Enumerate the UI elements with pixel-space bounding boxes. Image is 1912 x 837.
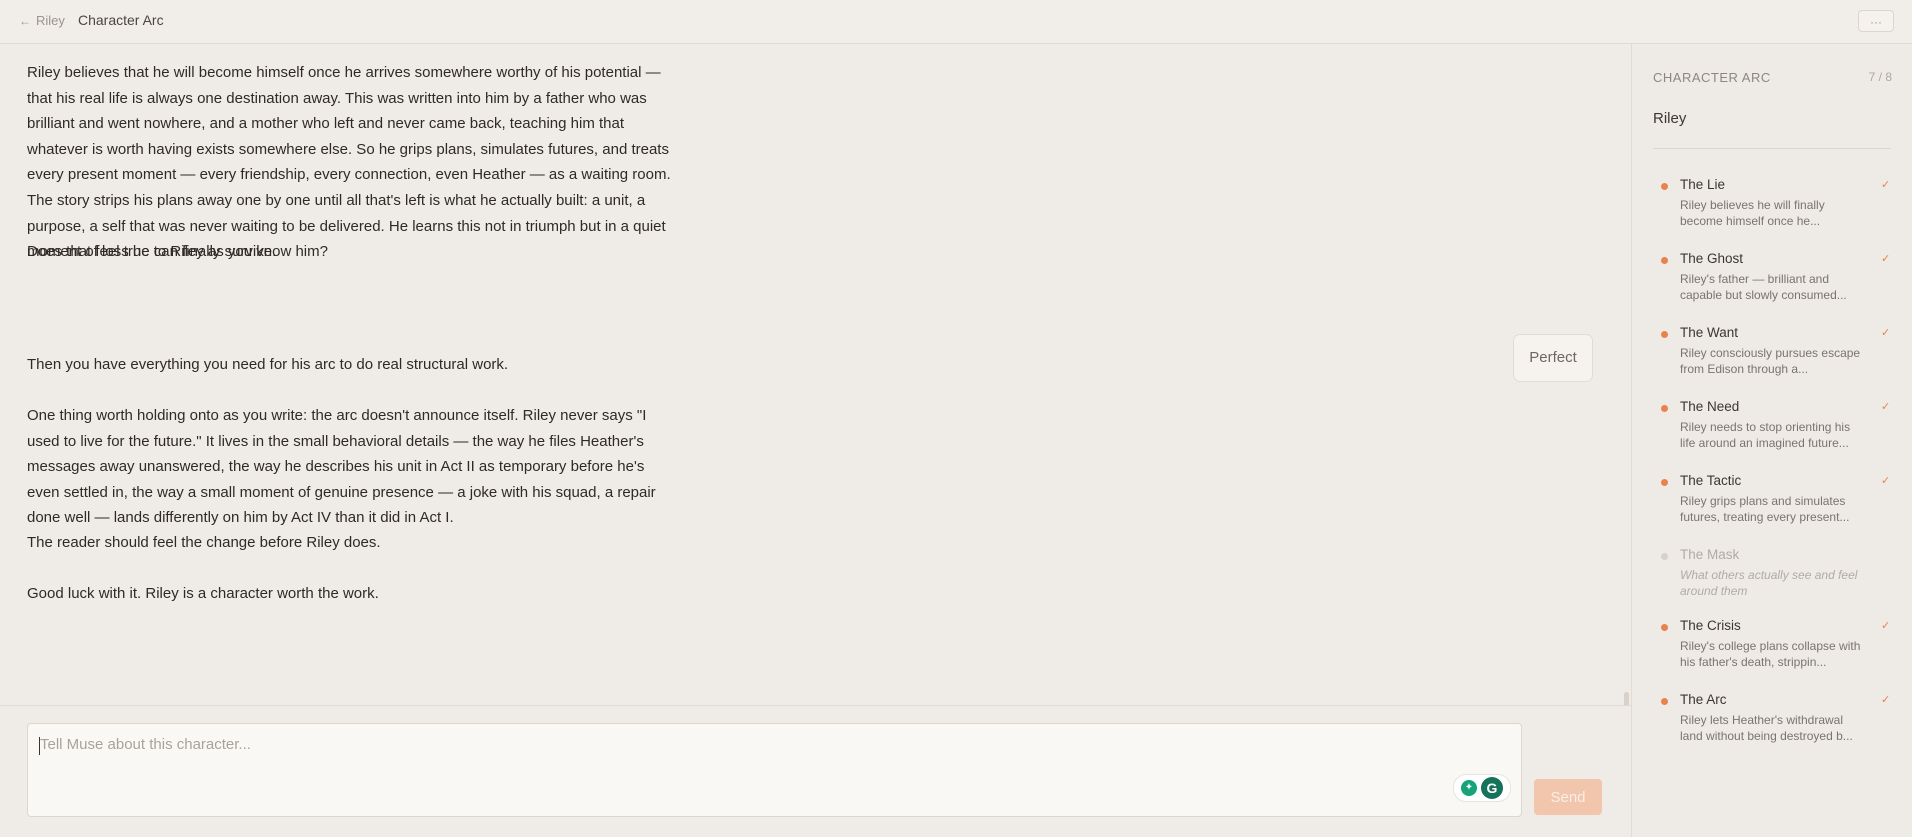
assistant-message-advice: One thing worth holding onto as you writ… <box>27 407 656 527</box>
character-arc-sidebar: CHARACTER ARC 7 / 8 Riley The Lie ✓ Rile… <box>1632 44 1912 837</box>
more-horizontal-icon: ··· <box>1870 15 1882 29</box>
character-name: Riley <box>1653 110 1687 127</box>
sidebar-title: CHARACTER ARC <box>1653 70 1771 85</box>
user-message-text: Perfect <box>1529 349 1577 366</box>
user-message-bubble: Perfect <box>1513 334 1593 382</box>
message-input[interactable]: Tell Muse about this character... ✦ G <box>27 723 1522 817</box>
more-options-button[interactable]: ··· <box>1858 10 1894 32</box>
arc-step-the-tactic[interactable]: The Tactic ✓ Riley grips plans and simul… <box>1653 473 1893 543</box>
status-dot <box>1661 405 1668 412</box>
assistant-question: Does that feel true to Riley as you know… <box>27 243 328 260</box>
grammarly-icon[interactable]: G <box>1481 777 1503 799</box>
arc-progress-count: 7 / 8 <box>1868 70 1892 84</box>
arc-step-the-lie[interactable]: The Lie ✓ Riley believes he will finally… <box>1653 177 1893 247</box>
arc-step-title: The Tactic <box>1680 473 1742 488</box>
arc-step-summary: Riley grips plans and simulates futures,… <box>1680 494 1850 524</box>
arc-step-summary: Riley's father — brilliant and capable b… <box>1680 272 1847 302</box>
assistant-message-response: Then you have everything you need for hi… <box>27 356 509 373</box>
arc-step-summary: What others actually see and feel around… <box>1680 568 1858 598</box>
arc-step-summary: Riley believes he will finally become hi… <box>1680 198 1825 228</box>
status-dot <box>1661 331 1668 338</box>
arc-step-the-need[interactable]: The Need ✓ Riley needs to stop orienting… <box>1653 399 1893 469</box>
arc-step-summary: Riley needs to stop orienting his life a… <box>1680 420 1851 450</box>
writing-assistant-widget[interactable]: ✦ G <box>1453 774 1511 802</box>
arc-step-summary: Riley's college plans collapse with his … <box>1680 639 1861 669</box>
top-bar: ← Riley Character Arc ··· <box>0 0 1912 44</box>
arc-step-the-arc[interactable]: The Arc ✓ Riley lets Heather's withdrawa… <box>1653 692 1893 762</box>
status-dot <box>1661 553 1668 560</box>
arc-step-title: The Need <box>1680 399 1740 414</box>
arc-step-summary: Riley consciously pursues escape from Ed… <box>1680 346 1861 376</box>
send-button[interactable]: Send <box>1534 779 1602 815</box>
lightbulb-icon[interactable]: ✦ <box>1461 780 1477 796</box>
sidebar-rule <box>1653 148 1891 149</box>
status-dot <box>1661 257 1668 264</box>
page-title: Character Arc <box>78 12 164 28</box>
check-icon: ✓ <box>1881 179 1891 191</box>
status-dot <box>1661 183 1668 190</box>
arc-step-title: The Want <box>1680 325 1739 340</box>
assistant-message-closing: Good luck with it. Riley is a character … <box>27 585 379 602</box>
chat-scrollbar[interactable] <box>1624 692 1629 706</box>
check-icon: ✓ <box>1881 694 1891 706</box>
arc-step-title: The Ghost <box>1680 251 1744 266</box>
arc-step-summary: Riley lets Heather's withdrawal land wit… <box>1680 713 1853 743</box>
assistant-message-lie-summary: Riley believes that he will become himse… <box>27 64 671 261</box>
status-dot <box>1661 624 1668 631</box>
arc-step-title: The Mask <box>1680 547 1740 562</box>
arc-step-title: The Crisis <box>1680 618 1741 633</box>
arrow-left-icon: ← <box>19 13 31 28</box>
message-input-placeholder: Tell Muse about this character... <box>40 736 251 753</box>
arc-step-title: The Arc <box>1680 692 1727 707</box>
check-icon: ✓ <box>1881 401 1891 413</box>
chat-transcript[interactable]: Riley believes that he will become himse… <box>0 44 1631 706</box>
check-icon: ✓ <box>1881 253 1891 265</box>
check-icon: ✓ <box>1881 475 1891 487</box>
check-icon: ✓ <box>1881 327 1891 339</box>
arc-step-title: The Lie <box>1680 177 1726 192</box>
check-icon: ✓ <box>1881 620 1891 632</box>
back-link[interactable]: ← Riley <box>19 13 65 28</box>
status-dot <box>1661 698 1668 705</box>
arc-step-the-mask[interactable]: The Mask What others actually see and fe… <box>1653 547 1893 617</box>
back-label: Riley <box>36 13 65 28</box>
arc-step-the-crisis[interactable]: The Crisis ✓ Riley's college plans colla… <box>1653 618 1893 688</box>
composer-divider <box>0 705 1631 706</box>
assistant-message-reader-note: The reader should feel the change before… <box>27 534 381 551</box>
status-dot <box>1661 479 1668 486</box>
arc-step-the-want[interactable]: The Want ✓ Riley consciously pursues esc… <box>1653 325 1893 395</box>
arc-step-the-ghost[interactable]: The Ghost ✓ Riley's father — brilliant a… <box>1653 251 1893 321</box>
